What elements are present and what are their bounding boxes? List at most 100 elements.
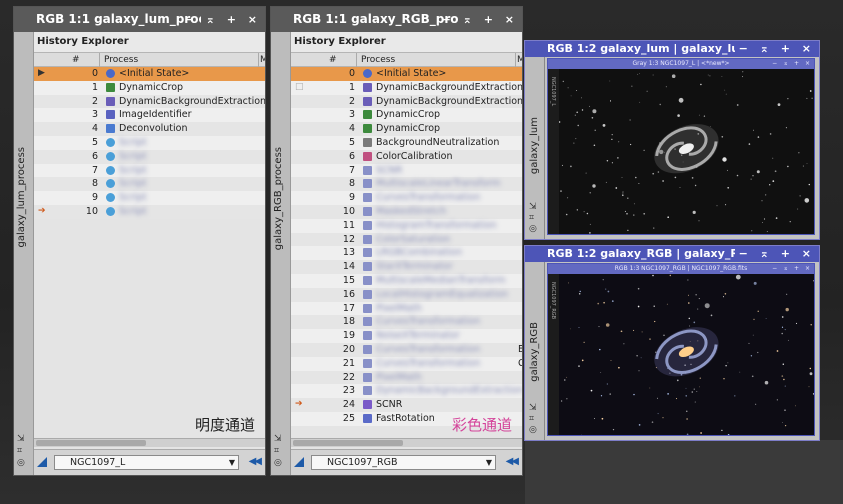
preview-subwindow[interactable]: Gray 1:3 NGC1097_L | <*new*> − ⌅ + × NGC… (547, 58, 815, 235)
rewind-icon[interactable]: ◀◀ (249, 456, 262, 467)
history-row[interactable]: 8 MultiscaleLinearTransform (291, 177, 522, 192)
history-row[interactable]: 2 DynamicBackgroundExtraction (291, 94, 522, 109)
galaxy-image[interactable] (559, 69, 815, 235)
history-row[interactable]: 10 MaskedStretch (291, 204, 522, 219)
window-titlebar[interactable]: RGB 1:1 galaxy_lum_proces − ⌅ + × (14, 7, 265, 32)
history-row[interactable]: 6 ColorCalibration (291, 149, 522, 164)
side-tab[interactable]: galaxy_RGB_process ⇲ ⌗ ◎ (271, 32, 291, 475)
chevron-down-icon[interactable]: ▼ (486, 456, 492, 469)
side-tool-icons[interactable]: ⇲ ⌗ ◎ (529, 202, 537, 235)
image-window-lum[interactable]: RGB 1:2 galaxy_lum | galaxy_lum_p... − ⌅… (524, 40, 820, 240)
side-tab[interactable]: galaxy_RGB ⇲ ⌗ ◎ (525, 262, 545, 440)
history-row[interactable]: 7 Script (34, 163, 265, 178)
arrow-icon[interactable]: ➔ (295, 398, 303, 412)
history-row[interactable]: 8 Script (34, 177, 265, 192)
history-row[interactable]: 22 PixelMath (291, 370, 522, 385)
side-tool-icons[interactable]: ⇲ ⌗ ◎ (17, 433, 25, 469)
history-row[interactable]: 18 CurvesTransformation (291, 315, 522, 330)
history-row[interactable]: 20 CurvesTransformation E (291, 342, 522, 357)
history-window-lum[interactable]: RGB 1:1 galaxy_lum_proces − ⌅ + × galaxy… (13, 6, 266, 476)
star (635, 176, 637, 179)
view-select[interactable]: NGC1097_RGB ▼ (311, 455, 496, 470)
history-row[interactable]: 21 CurvesTransformation C (291, 356, 522, 371)
image-window-titlebar[interactable]: RGB 1:2 galaxy_lum | galaxy_lum_p... − ⌅… (525, 41, 819, 57)
preview-titlebar[interactable]: Gray 1:3 NGC1097_L | <*new*> − ⌅ + × (548, 59, 814, 69)
table-header[interactable]: # Process M (34, 52, 265, 67)
history-row[interactable]: 19 NoiseXTerminator (291, 329, 522, 343)
history-row[interactable]: ▶ 0 <Initial State> (34, 67, 265, 81)
history-row[interactable]: 12 ColorSaturation (291, 232, 522, 247)
history-row[interactable]: 9 Script (34, 191, 265, 205)
history-row[interactable]: 16 LocalHistogramEqualization (291, 287, 522, 302)
history-row[interactable]: 14 StarXTerminator (291, 260, 522, 274)
col-num-header[interactable]: # (329, 55, 337, 65)
history-window-rgb[interactable]: RGB 1:1 galaxy_RGB_proce − ⌅ + × galaxy_… (270, 6, 523, 476)
history-row[interactable]: 9 CurvesTransformation (291, 191, 522, 205)
preview-subwindow[interactable]: RGB 1:3 NGC1097_RGB | NGC1097_RGB.fits −… (547, 263, 815, 436)
preview-controls[interactable]: − ⌅ + × (772, 264, 812, 274)
window-titlebar[interactable]: RGB 1:1 galaxy_RGB_proce − ⌅ + × (271, 7, 522, 32)
history-row[interactable]: 23 DynamicBackgroundExtraction (291, 384, 522, 399)
star (589, 232, 591, 234)
star (618, 366, 620, 369)
history-row[interactable]: 11 HistogramTransformation (291, 218, 522, 233)
window-controls[interactable]: − ⌅ + × (734, 41, 815, 57)
col-process-header[interactable]: Process (104, 55, 138, 65)
window-controls[interactable]: − ⌅ + × (185, 7, 261, 32)
star (724, 89, 726, 91)
history-row[interactable]: 2 DynamicBackgroundExtraction (34, 94, 265, 109)
history-row[interactable]: □ 1 DynamicBackgroundExtraction (291, 80, 522, 95)
history-row[interactable]: ➔ 10 Script (34, 204, 265, 219)
side-tool-icons[interactable]: ⇲ ⌗ ◎ (274, 433, 282, 469)
rewind-icon[interactable]: ◀◀ (506, 456, 519, 467)
history-row[interactable]: 15 MultiscaleMedianTransform (291, 273, 522, 288)
star (727, 434, 730, 435)
table-header[interactable]: # Process M (291, 52, 522, 67)
arrow-icon[interactable]: ➔ (38, 205, 46, 219)
history-row[interactable]: 13 LRGBCombination (291, 246, 522, 261)
preview-controls[interactable]: − ⌅ + × (772, 59, 812, 69)
scroll-thumb[interactable] (293, 440, 403, 446)
history-row[interactable]: 3 ImageIdentifier (34, 108, 265, 123)
window-controls[interactable]: − ⌅ + × (734, 246, 815, 262)
star (592, 109, 597, 114)
history-row[interactable]: 17 PixelMath (291, 301, 522, 316)
history-row[interactable]: 4 DynamicCrop (291, 122, 522, 136)
history-row[interactable]: 0 <Initial State> (291, 67, 522, 81)
history-row[interactable]: 5 Script (34, 135, 265, 150)
image-window-rgb[interactable]: RGB 1:2 galaxy_RGB | galaxy_RGB_... − ⌅ … (524, 245, 820, 441)
image-window-titlebar[interactable]: RGB 1:2 galaxy_RGB | galaxy_RGB_... − ⌅ … (525, 246, 819, 262)
galaxy-image[interactable] (559, 274, 815, 436)
star (677, 114, 680, 117)
horizontal-scrollbar[interactable] (34, 438, 265, 447)
view-select[interactable]: NGC1097_L ▼ (54, 455, 239, 470)
side-tool-icons[interactable]: ⇲ ⌗ ◎ (529, 403, 537, 436)
history-row[interactable]: 7 SCNR (291, 163, 522, 178)
resize-icon[interactable] (37, 457, 47, 467)
star (769, 184, 771, 186)
history-row-process: Deconvolution (119, 123, 188, 135)
col-extra-header[interactable]: M (260, 55, 265, 65)
play-icon[interactable]: ▶ (38, 67, 45, 81)
side-tab[interactable]: galaxy_lum_process ⇲ ⌗ ◎ (14, 32, 34, 475)
history-row-number: 22 (342, 371, 355, 383)
history-row[interactable]: ➔ 24 SCNR (291, 398, 522, 412)
scroll-thumb[interactable] (36, 440, 146, 446)
star (610, 360, 612, 361)
chevron-down-icon[interactable]: ▼ (229, 456, 235, 469)
checkbox-icon[interactable]: □ (295, 81, 304, 95)
history-row[interactable]: 4 Deconvolution (34, 122, 265, 136)
star (586, 212, 589, 215)
side-tab[interactable]: galaxy_lum ⇲ ⌗ ◎ (525, 57, 545, 239)
resize-icon[interactable] (294, 457, 304, 467)
history-row[interactable]: 5 BackgroundNeutralization (291, 135, 522, 150)
col-process-header[interactable]: Process (361, 55, 395, 65)
preview-titlebar[interactable]: RGB 1:3 NGC1097_RGB | NGC1097_RGB.fits −… (548, 264, 814, 274)
history-row[interactable]: 3 DynamicCrop (291, 108, 522, 123)
col-num-header[interactable]: # (72, 55, 80, 65)
history-row[interactable]: 1 DynamicCrop (34, 80, 265, 95)
window-controls[interactable]: − ⌅ + × (442, 7, 518, 32)
history-row[interactable]: 6 Script (34, 149, 265, 164)
col-extra-header[interactable]: M (517, 55, 522, 65)
horizontal-scrollbar[interactable] (291, 438, 522, 447)
